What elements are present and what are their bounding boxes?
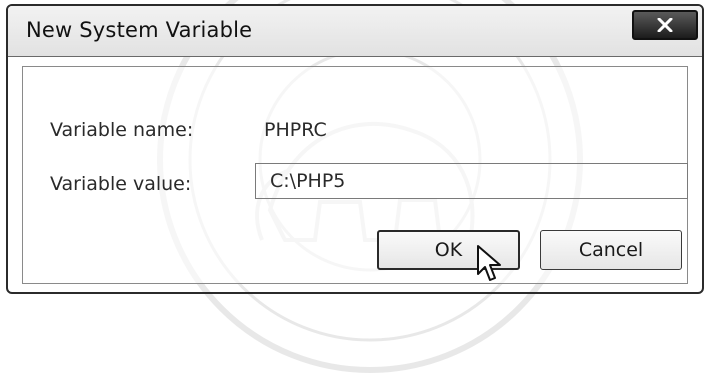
variable-name-value[interactable]: PHPRC [264,119,327,141]
mouse-pointer-icon [477,245,501,281]
new-system-variable-dialog: New System Variable Variable name: PHPRC… [6,4,704,294]
variable-value-field[interactable]: C:\PHP5 [255,163,688,199]
close-icon [657,18,673,32]
cancel-button[interactable]: Cancel [540,230,682,270]
title-bar[interactable]: New System Variable [8,6,702,57]
dialog-title: New System Variable [26,18,253,42]
close-button[interactable] [632,10,698,40]
variable-name-label: Variable name: [50,119,194,141]
variable-value-label: Variable value: [50,173,192,195]
